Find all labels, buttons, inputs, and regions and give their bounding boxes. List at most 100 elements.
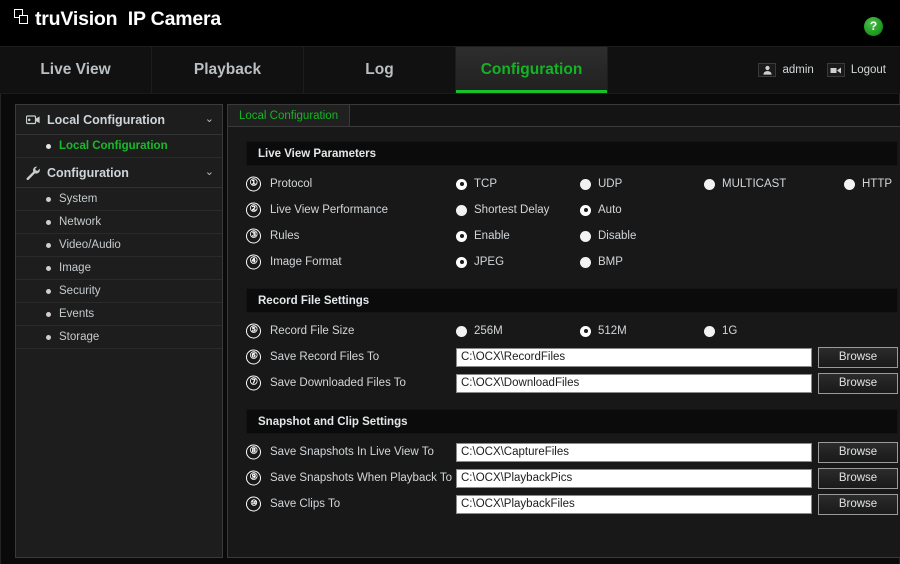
radio-label: 1G xyxy=(722,325,738,337)
row-save-snapshots-live-view: ⑧ Save Snapshots In Live View To Browse xyxy=(246,439,898,465)
section-rows: ⑧ Save Snapshots In Live View To Browse … xyxy=(246,434,898,517)
section-record-file-settings: Record File Settings ⑤ Record File Size … xyxy=(246,288,898,396)
chevron-down-icon[interactable]: ⌄ xyxy=(205,167,214,178)
sidebar-item-system[interactable]: System xyxy=(16,188,222,211)
admin-user-chip[interactable]: admin xyxy=(758,63,814,77)
row-label: Image Format xyxy=(270,256,342,268)
sidebar-item-image[interactable]: Image xyxy=(16,257,222,280)
save-record-files-input[interactable] xyxy=(456,347,812,367)
radio-udp[interactable]: UDP xyxy=(580,178,704,190)
sidebar-group-label: Local Configuration xyxy=(47,112,166,127)
section-title: Live View Parameters xyxy=(246,141,898,166)
row-label: Save Snapshots When Playback To xyxy=(270,472,452,484)
tab-strip-filler xyxy=(350,104,900,126)
row-label: Save Clips To xyxy=(270,498,341,510)
image-format-radio-group: JPEG BMP xyxy=(456,256,623,268)
step-marker: ⑧ xyxy=(246,444,261,460)
tab-local-configuration[interactable]: Local Configuration xyxy=(228,104,351,126)
radio-label: MULTICAST xyxy=(722,178,787,190)
radio-label: UDP xyxy=(598,178,623,190)
radio-jpeg[interactable]: JPEG xyxy=(456,256,580,268)
sidebar-group-configuration[interactable]: Configuration ⌄ xyxy=(16,158,222,188)
content-panel: Local Configuration Live View Parameters… xyxy=(227,104,900,558)
user-avatar-icon xyxy=(758,63,777,77)
row-label: Save Record Files To xyxy=(270,351,380,363)
sidebar-item-network[interactable]: Network xyxy=(16,211,222,234)
radio-enable[interactable]: Enable xyxy=(456,230,580,242)
sidebar-item-label: System xyxy=(59,193,98,205)
radio-disable[interactable]: Disable xyxy=(580,230,636,242)
tab-configuration[interactable]: Configuration xyxy=(456,47,608,93)
row-label: Save Downloaded Files To xyxy=(270,377,406,389)
bullet-icon xyxy=(46,311,51,317)
save-clips-input[interactable] xyxy=(456,494,812,514)
sidebar-item-security[interactable]: Security xyxy=(16,280,222,303)
radio-label: HTTP xyxy=(862,178,893,190)
row-record-file-size: ⑤ Record File Size 256M 512M 1G xyxy=(246,318,898,344)
brand-logo: truVision IP Camera xyxy=(14,9,221,29)
radio-multicast[interactable]: MULTICAST xyxy=(704,178,844,190)
sidebar-group-local-configuration[interactable]: Local Configuration ⌄ xyxy=(16,105,222,135)
radio-512m[interactable]: 512M xyxy=(580,325,704,337)
chevron-down-icon[interactable]: ⌄ xyxy=(205,114,214,125)
browse-snapshots-live-view-button[interactable]: Browse xyxy=(818,441,898,463)
row-save-clips-to: ⑩ Save Clips To Browse xyxy=(246,491,898,517)
main-navigation: Live View Playback Log Configuration adm… xyxy=(0,46,900,94)
browse-clips-button[interactable]: Browse xyxy=(818,493,898,515)
radio-256m[interactable]: 256M xyxy=(456,325,580,337)
bullet-icon xyxy=(46,219,51,225)
logout-button[interactable]: Logout xyxy=(826,63,886,77)
radio-icon xyxy=(456,204,467,216)
radio-icon xyxy=(580,204,591,216)
row-label: Save Snapshots In Live View To xyxy=(270,446,434,458)
step-marker: ③ xyxy=(246,228,261,244)
section-rows: ① Protocol TCP UDP MULTICAST HTTP ② Live… xyxy=(246,166,898,275)
radio-icon xyxy=(456,178,467,190)
radio-label: 256M xyxy=(474,325,503,337)
logout-arrow-icon xyxy=(826,63,845,77)
radio-label: 512M xyxy=(598,325,627,337)
radio-icon xyxy=(456,256,467,268)
sidebar-item-events[interactable]: Events xyxy=(16,303,222,326)
sidebar-item-video-audio[interactable]: Video/Audio xyxy=(16,234,222,257)
section-live-view-parameters: Live View Parameters ① Protocol TCP UDP … xyxy=(246,141,898,275)
radio-http[interactable]: HTTP xyxy=(844,178,892,190)
browse-snapshots-playback-button[interactable]: Browse xyxy=(818,467,898,489)
tab-live-view[interactable]: Live View xyxy=(0,47,152,93)
bullet-icon xyxy=(46,288,51,294)
row-label: Protocol xyxy=(270,178,313,190)
bullet-icon xyxy=(46,143,51,149)
sidebar-item-local-configuration[interactable]: Local Configuration xyxy=(16,135,222,158)
radio-icon xyxy=(456,325,467,337)
radio-tcp[interactable]: TCP xyxy=(456,178,580,190)
row-save-downloaded-files-to: ⑦ Save Downloaded Files To Browse xyxy=(246,370,898,396)
browse-downloaded-files-button[interactable]: Browse xyxy=(818,372,898,394)
radio-bmp[interactable]: BMP xyxy=(580,256,623,268)
radio-shortest-delay[interactable]: Shortest Delay xyxy=(456,204,580,216)
wrench-icon xyxy=(25,165,41,181)
row-save-snapshots-playback: ⑨ Save Snapshots When Playback To Browse xyxy=(246,465,898,491)
sidebar-item-storage[interactable]: Storage xyxy=(16,326,222,349)
save-snapshots-live-view-input[interactable] xyxy=(456,442,812,462)
row-protocol: ① Protocol TCP UDP MULTICAST HTTP xyxy=(246,171,898,197)
help-question-icon[interactable]: ? xyxy=(864,17,883,36)
radio-icon xyxy=(704,325,715,337)
step-marker: ⑩ xyxy=(246,496,261,512)
step-marker: ⑤ xyxy=(246,323,261,339)
step-marker: ④ xyxy=(246,254,261,270)
radio-1g[interactable]: 1G xyxy=(704,325,737,337)
radio-label: Shortest Delay xyxy=(474,204,550,216)
sidebar-item-label: Local Configuration xyxy=(59,140,168,152)
section-title: Snapshot and Clip Settings xyxy=(246,409,898,434)
performance-radio-group: Shortest Delay Auto xyxy=(456,204,622,216)
row-rules: ③ Rules Enable Disable xyxy=(246,223,898,249)
save-downloaded-files-input[interactable] xyxy=(456,373,812,393)
tab-playback[interactable]: Playback xyxy=(152,47,304,93)
row-image-format: ④ Image Format JPEG BMP xyxy=(246,249,898,275)
browse-record-files-button[interactable]: Browse xyxy=(818,346,898,368)
tab-log[interactable]: Log xyxy=(304,47,456,93)
radio-auto[interactable]: Auto xyxy=(580,204,622,216)
row-label: Record File Size xyxy=(270,325,355,337)
save-snapshots-playback-input[interactable] xyxy=(456,468,812,488)
radio-icon xyxy=(580,178,591,190)
